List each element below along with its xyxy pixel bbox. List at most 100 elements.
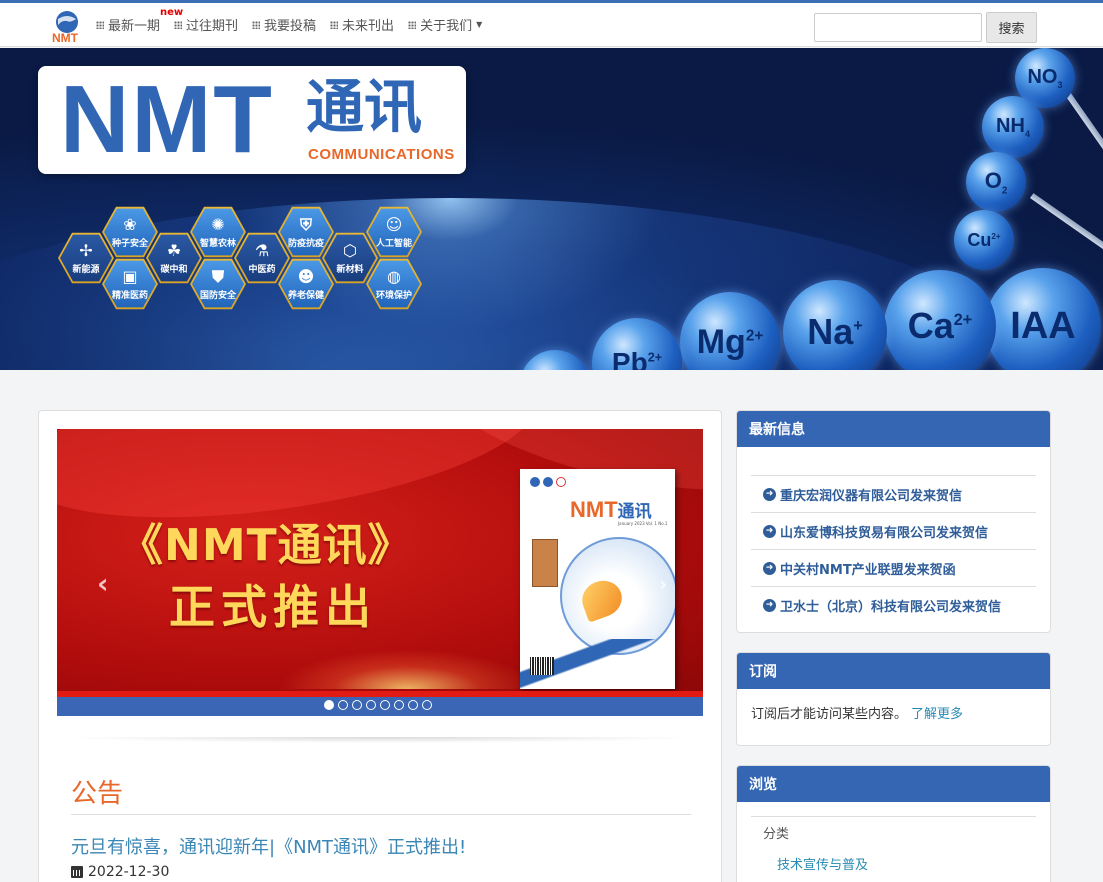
site-logo[interactable]: NMT [50,9,84,43]
notice-heading: 公告 [71,779,124,809]
hex-label: 养老保健 [287,290,324,301]
search-button[interactable]: 搜索 [986,12,1037,43]
nav-label: 关于我们 [420,19,473,34]
banner-title-latin: NMT [60,66,274,173]
browse-category-link[interactable]: 技术宣传与普及 [751,854,1036,873]
hex-label: 环境保护 [375,290,412,301]
grid-icon [96,20,104,29]
sphere-iaa: IAA [985,268,1101,370]
molecule-bond [1030,193,1103,262]
hex-label: 智慧农林 [199,238,236,249]
nav-submit[interactable]: 我要投稿 [252,15,316,34]
arrow-right-circle-icon: ➜ [763,524,776,538]
seed-icon: ❀ [123,214,137,234]
carousel-dot[interactable] [408,700,418,710]
learn-more-link[interactable]: 了解更多 [911,707,963,722]
carousel-dot[interactable] [338,700,348,710]
people-icon: ☻ [297,266,315,286]
hex-label: 中医药 [248,264,276,275]
divider-shadow [61,737,701,743]
banner-title-card: NMT 通讯 COMMUNICATIONS [38,66,466,174]
sphere-cu: Cu2+ [954,210,1014,270]
carousel-dot[interactable] [422,700,432,710]
mortar-icon: ⚗ [254,240,270,260]
nav-label: 未来刊出 [342,19,395,34]
hex-label: 精准医药 [111,290,148,301]
browse-body: 分类 技术宣传与普及 [737,802,1050,882]
nav-label: 我要投稿 [264,19,317,34]
carousel-dot[interactable] [352,700,362,710]
browse-category-label: 分类 [763,827,790,842]
news-item-label: 卫水士（北京）科技有限公司发来贺信 [780,599,1002,615]
panel-heading: 最新信息 [737,411,1050,447]
news-item-label: 山东爱博科技贸易有限公司发来贺信 [780,525,989,541]
nav-label: 最新一期 [108,19,161,34]
nav-label: 过往期刊 [186,19,239,34]
barcode [530,657,554,675]
news-item-label: 重庆宏润仪器有限公司发来贺信 [780,488,963,504]
globe-icon: ◍ [387,266,401,286]
hex-label: 新能源 [72,264,100,275]
wheat-icon: ✺ [211,214,225,234]
logo-text: NMT [52,31,79,43]
news-item[interactable]: ➜ 中关村NMT产业联盟发来贺函 [751,549,1036,586]
news-list: ➜ 重庆宏润仪器有限公司发来贺信 ➜ 山东爱博科技贸易有限公司发来贺信 ➜ 中关村NM… [737,447,1050,623]
panel-heading: 订阅 [737,653,1050,689]
carousel-prev-icon[interactable]: ‹ [97,567,109,600]
wind-turbine-icon: ✢ [79,240,93,260]
slide-headline-2: 正式推出 [169,580,377,634]
carousel-dots [324,700,432,710]
nav-archive[interactable]: 过往期刊 [174,15,238,34]
news-item[interactable]: ➜ 重庆宏润仪器有限公司发来贺信 [751,475,1036,512]
book-illustration [532,539,558,587]
carousel-next-icon[interactable]: › [659,572,667,596]
notice-title-link[interactable]: 元旦有惊喜，通讯迎新年|《NMT通讯》正式推出! [71,833,466,859]
news-item[interactable]: ➜ 山东爱博科技贸易有限公司发来贺信 [751,512,1036,549]
subscribe-text: 订阅后才能访问某些内容。 了解更多 [737,689,1050,736]
ai-head-icon: ☺ [385,214,403,234]
nav-latest-issue[interactable]: 最新一期 new [96,7,183,34]
nav-upcoming[interactable]: 未来刊出 [330,15,394,34]
grid-icon [408,20,417,29]
grid-icon [252,20,261,29]
journal-subtitle: January 2023 Vol. 1 No.1 [618,521,668,526]
notice-date: 2022-12-30 [71,864,169,880]
molecule-icon: ⬡ [343,240,357,260]
news-item-label: 中关村NMT产业联盟发来贺函 [780,562,956,578]
nav-about-dropdown[interactable]: 关于我们 ▼ [408,15,482,34]
arrow-right-circle-icon: ➜ [763,598,776,612]
slide-headline-1: 《NMT通讯》 [119,520,413,571]
grid-icon [330,20,339,29]
shield-icon: ⛊ [211,266,224,286]
latest-news-panel: 最新信息 ➜ 重庆宏润仪器有限公司发来贺信 ➜ 山东爱博科技贸易有限公司发来贺信 ➜… [736,410,1051,633]
carousel-dot[interactable] [394,700,404,710]
carousel-dot[interactable] [366,700,376,710]
molecule-bond [1060,84,1103,187]
banner-title-en: COMMUNICATIONS [308,146,455,163]
bottle-icon: ▣ [122,266,138,286]
hex-label: 国防安全 [199,290,236,301]
sphere-o2: O2 [966,152,1026,212]
date-text: 2022-12-30 [88,864,170,880]
calendar-icon [71,866,83,878]
journal-cover: NMT通讯 January 2023 Vol. 1 No.1 [520,469,675,689]
news-item[interactable]: ➜ 卫水士（北京）科技有限公司发来贺信 [751,586,1036,623]
subscribe-panel: 订阅 订阅后才能访问某些内容。 了解更多 [736,652,1051,746]
hex-label: 新材料 [336,264,364,275]
browse-panel: 浏览 分类 技术宣传与普及 [736,765,1051,882]
search-input[interactable] [814,13,982,42]
carbon-icon: ☘ [166,240,182,260]
divider [751,816,1036,817]
hex-label: 种子安全 [111,238,148,249]
journal-title: NMT通讯 [570,497,652,522]
panel-heading: 浏览 [737,766,1050,802]
caret-down-icon: ▼ [476,20,483,29]
hex-label: 防疫抗疫 [287,238,324,249]
sphere-ca: Ca2+ [884,270,996,370]
carousel-dot[interactable] [324,700,334,710]
sparkle-decor [277,649,537,689]
hex-label: 碳中和 [160,264,188,275]
carousel-dot[interactable] [380,700,390,710]
carousel-slide[interactable]: 《NMT通讯》 正式推出 NMT通讯 January 2023 Vol. 1 N… [57,429,703,697]
